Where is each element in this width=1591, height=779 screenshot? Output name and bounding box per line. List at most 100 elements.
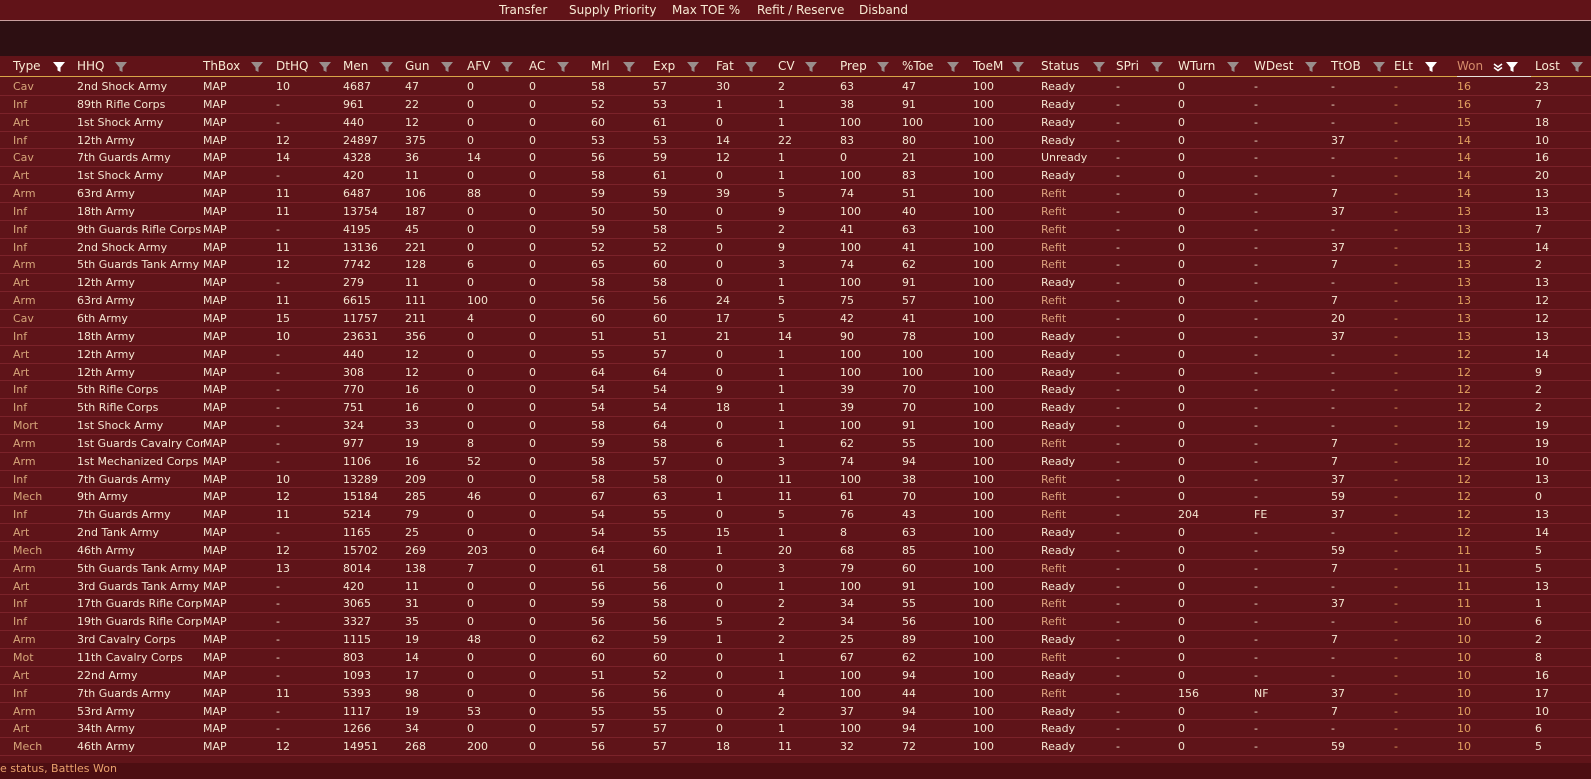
filter-icon[interactable] bbox=[1503, 57, 1519, 76]
filter-icon[interactable] bbox=[874, 57, 890, 76]
cell-spri: - bbox=[1116, 80, 1120, 93]
table-row[interactable]: Inf 12th Army MAP 12 24897 375 0 0 53 53 14 22 83 80 1… bbox=[0, 132, 1591, 150]
column-header-status[interactable]: Status bbox=[1041, 57, 1105, 76]
disband-button[interactable]: Disband bbox=[859, 2, 908, 18]
filter-icon[interactable] bbox=[438, 57, 454, 76]
table-row[interactable]: Arm 1st Mechanized Corps MAP - 1106 16 52 0 58 57… bbox=[0, 453, 1591, 471]
filter-icon[interactable] bbox=[944, 57, 960, 76]
table-row[interactable]: Inf 7th Guards Army MAP 11 5393 98 0 0 56 56 0 4 100… bbox=[0, 685, 1591, 703]
filter-icon[interactable] bbox=[316, 57, 332, 76]
cell-mrl: 56 bbox=[591, 686, 605, 700]
filter-icon[interactable] bbox=[554, 57, 570, 76]
filter-icon[interactable] bbox=[1148, 57, 1164, 76]
table-row[interactable]: Art 3rd Guards Tank Army MAP -420 11 0 0 56 56 0 1… bbox=[0, 578, 1591, 596]
filter-icon[interactable] bbox=[248, 57, 264, 76]
column-header-thbox[interactable]: ThBox bbox=[203, 57, 263, 76]
filter-icon[interactable] bbox=[1302, 57, 1318, 76]
filter-icon[interactable] bbox=[1224, 57, 1240, 76]
table-row[interactable]: Mort 1st Shock Army MAP - 324 33 0 0 58 64 0 1 100 91… bbox=[0, 417, 1591, 435]
table-row[interactable]: Arm 53rd Army MAP -1117 19 53 0 55 55 0 2 37 94 100 Re… bbox=[0, 703, 1591, 721]
cell-fat: 0 bbox=[716, 258, 723, 272]
filter-icon[interactable] bbox=[50, 57, 66, 76]
table-row[interactable]: Inf 7th Guards Army MAP 11 5214 79 0 0 54 55 0 5 76 4… bbox=[0, 506, 1591, 525]
table-row[interactable]: Mech 46th Army MAP 12 14951 268 200 0 56 57 18 11 32… bbox=[0, 738, 1591, 757]
cell-thbox: MAP bbox=[203, 543, 227, 557]
filter-icon[interactable] bbox=[498, 57, 514, 76]
column-header-afv[interactable]: AFV bbox=[467, 57, 513, 76]
filter-icon[interactable] bbox=[1009, 57, 1025, 76]
table-row[interactable]: Inf 2nd Shock Army MAP 11 13136 221 0 0 52 52 0 9 10… bbox=[0, 239, 1591, 257]
filter-icon[interactable] bbox=[1370, 57, 1386, 76]
table-row[interactable]: Inf 19th Guards Rifle Corp MAP -3327 35 0 0 56 5… bbox=[0, 613, 1591, 632]
column-header-won[interactable]: Won bbox=[1457, 57, 1531, 77]
table-row[interactable]: Art 1st Shock Army MAP -420 11 0 0 58 61 0 1 100 83 1… bbox=[0, 167, 1591, 186]
column-header-wdest[interactable]: WDest bbox=[1254, 57, 1317, 76]
column-header-fat[interactable]: Fat bbox=[716, 57, 757, 76]
column-header-hhq[interactable]: HHQ bbox=[77, 57, 127, 76]
filter-icon[interactable] bbox=[1090, 57, 1106, 76]
column-header-exp[interactable]: Exp bbox=[653, 57, 699, 76]
filter-icon[interactable] bbox=[1568, 57, 1584, 76]
column-header-elt[interactable]: ELt bbox=[1394, 57, 1437, 76]
cell-spri: - bbox=[1116, 115, 1120, 129]
supply-priority-button[interactable]: Supply Priority bbox=[569, 2, 656, 18]
table-row[interactable]: Inf 7th Guards Army MAP 10 13289 209 0 0 58 58 0 11… bbox=[0, 471, 1591, 489]
filter-icon[interactable] bbox=[112, 57, 128, 76]
table-row[interactable]: Cav 6th Army MAP 15 11757 211 4 0 60 60 17 5 42 41 100… bbox=[0, 310, 1591, 328]
table-row[interactable]: Art 12th Army MAP - 308 12 0 0 64 64 0 1 100 100 100 Re… bbox=[0, 364, 1591, 382]
column-header-toe[interactable]: %Toe bbox=[902, 57, 959, 76]
cell-prep: 100 bbox=[840, 347, 861, 361]
column-header-cv[interactable]: CV bbox=[778, 57, 817, 76]
table-row[interactable]: Arm 5th Guards Tank Army MAP 12 7742 128 6 0 65 6… bbox=[0, 256, 1591, 275]
table-row[interactable]: Mot 11th Cavalry Corps MAP - 803 14 0 0 60 60 0 1 67… bbox=[0, 649, 1591, 667]
table-row[interactable]: Inf 18th Army MAP 10 23631 356 0 0 51 51 21 14 90 78 1… bbox=[0, 328, 1591, 346]
table-row[interactable]: Mech 9th Army MAP 12 15184 285 46 0 67 63 1 11 61 70 1… bbox=[0, 488, 1591, 507]
table-row[interactable]: Art 1st Shock Army MAP - 440 12 0 0 60 61 0 1 100 100… bbox=[0, 114, 1591, 132]
filter-icon[interactable] bbox=[378, 57, 394, 76]
filter-icon[interactable] bbox=[620, 57, 636, 76]
table-row[interactable]: Art 34th Army MAP -1266 34 0 0 57 57 0 1 100 94 100 Re… bbox=[0, 720, 1591, 739]
cell-status: Refit bbox=[1041, 311, 1067, 325]
cell-toe: 94 bbox=[902, 668, 916, 682]
filter-icon[interactable] bbox=[684, 57, 700, 76]
table-row[interactable]: Inf 5th Rifle Corps MAP -770 16 0 0 54 54 9 1 39 70 1… bbox=[0, 381, 1591, 400]
table-row[interactable]: Mech 46th Army MAP 12 15702 269 203 0 64 60 1 20 68 8… bbox=[0, 542, 1591, 560]
table-row[interactable]: Art 12th Army MAP -279 11 0 0 58 58 0 1 100 91 100 Rea… bbox=[0, 274, 1591, 293]
column-header-spri[interactable]: SPri bbox=[1116, 57, 1163, 76]
table-row[interactable]: Arm 63rd Army MAP 11 6615 111 100 0 56 56 24 5 75 57 1… bbox=[0, 292, 1591, 310]
cell-fat: 15 bbox=[716, 526, 730, 540]
column-header-dthq[interactable]: DtHQ bbox=[276, 57, 331, 76]
table-row[interactable]: Inf 18th Army MAP 11 13754 187 0 0 50 50 0 9 100 40 10… bbox=[0, 203, 1591, 221]
filter-icon[interactable] bbox=[742, 57, 758, 76]
column-header-men[interactable]: Men bbox=[343, 57, 393, 76]
table-row[interactable]: Arm 5th Guards Tank Army MAP 13 8014 138 7 0 61 5… bbox=[0, 560, 1591, 578]
table-row[interactable]: Inf 89th Rifle Corps MAP - 961 22 0 0 52 53 1 1 38 91… bbox=[0, 96, 1591, 114]
column-header-prep[interactable]: Prep bbox=[840, 57, 889, 76]
column-header-type[interactable]: Type bbox=[13, 57, 65, 76]
sort-descending-icon[interactable] bbox=[1491, 59, 1503, 73]
column-header-lost[interactable]: Lost bbox=[1535, 57, 1583, 76]
column-header-mrl[interactable]: Mrl bbox=[591, 57, 635, 76]
table-row[interactable]: Inf 9th Guards Rifle Corps MAP - 4195 45 0 0 59 5… bbox=[0, 221, 1591, 239]
filter-icon[interactable] bbox=[1422, 57, 1438, 76]
column-header-gun[interactable]: Gun bbox=[405, 57, 453, 76]
table-row[interactable]: Art 12th Army MAP - 440 12 0 0 55 57 0 1 100 100 100 Re… bbox=[0, 346, 1591, 364]
table-row[interactable]: Arm 63rd Army MAP 11 6487 106 88 0 59 59 39 5 74 51 10… bbox=[0, 185, 1591, 203]
table-row[interactable]: Arm 3rd Cavalry Corps MAP - 1115 19 48 0 62 59 1 2 2… bbox=[0, 631, 1591, 649]
table-row[interactable]: Art 2nd Tank Army MAP - 1165 25 0 0 54 55 15 1 8 63 10… bbox=[0, 524, 1591, 542]
table-row[interactable]: Inf 5th Rifle Corps MAP - 751 16 0 0 54 54 18 1 39 70… bbox=[0, 399, 1591, 418]
table-row[interactable]: Cav 2nd Shock Army MAP 10 4687 47 0 0 58 57 30 2 63 4… bbox=[0, 78, 1591, 96]
column-header-ac[interactable]: AC bbox=[529, 57, 569, 76]
cell-lost: 16 bbox=[1535, 668, 1549, 682]
transfer-button[interactable]: Transfer bbox=[499, 2, 547, 18]
filter-icon[interactable] bbox=[802, 57, 818, 76]
max-toe-button[interactable]: Max TOE % bbox=[672, 2, 740, 18]
column-header-wturn[interactable]: WTurn bbox=[1178, 57, 1239, 76]
refit-reserve-button[interactable]: Refit / Reserve bbox=[757, 2, 844, 18]
column-header-ttob[interactable]: TtOB bbox=[1331, 57, 1385, 76]
table-row[interactable]: Inf 17th Guards Rifle Corp MAP - 3065 31 0 0 59 5… bbox=[0, 595, 1591, 614]
column-header-toem[interactable]: ToeM bbox=[973, 57, 1024, 76]
table-row[interactable]: Cav 7th Guards Army MAP 14 4328 36 14 0 56 59 12 1 0… bbox=[0, 149, 1591, 168]
table-row[interactable]: Arm 1st Guards Cavalry Cor MAP - 977 19 8 0 59 58… bbox=[0, 435, 1591, 453]
table-row[interactable]: Art 22nd Army MAP -1093 17 0 0 51 52 0 1 100 94 100 Re… bbox=[0, 667, 1591, 685]
